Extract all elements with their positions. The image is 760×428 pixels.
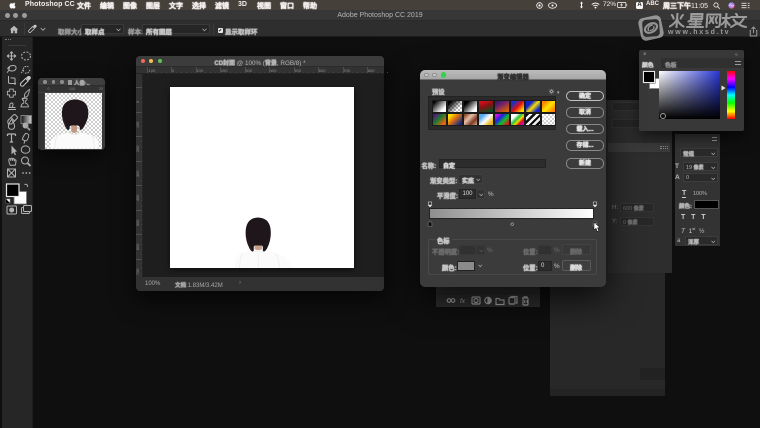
svg-text:fx: fx (460, 298, 466, 305)
